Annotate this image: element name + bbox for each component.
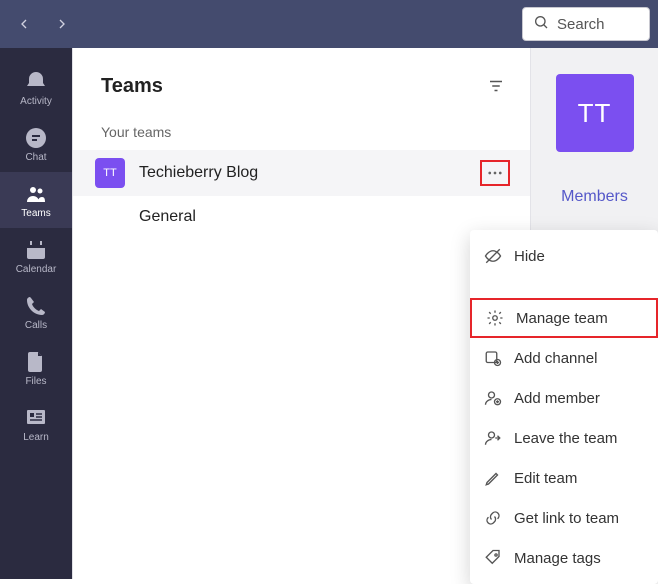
- your-teams-label: Your teams: [73, 118, 530, 150]
- add-channel-icon: [484, 349, 502, 367]
- search-icon: [533, 14, 549, 35]
- menu-label: Edit team: [514, 470, 577, 487]
- menu-edit-team[interactable]: Edit team: [470, 458, 658, 498]
- menu-manage-team[interactable]: Manage team: [470, 298, 658, 338]
- team-more-button[interactable]: [480, 160, 510, 186]
- rail-label: Files: [25, 376, 46, 387]
- rail-label: Calls: [25, 320, 47, 331]
- pencil-icon: [484, 469, 502, 487]
- menu-label: Get link to team: [514, 510, 619, 527]
- hide-icon: [484, 247, 502, 265]
- menu-get-link[interactable]: Get link to team: [470, 498, 658, 538]
- forward-button[interactable]: [46, 8, 78, 40]
- menu-label: Hide: [514, 248, 545, 265]
- menu-leave-team[interactable]: Leave the team: [470, 418, 658, 458]
- team-name: Techieberry Blog: [139, 164, 258, 182]
- rail-calendar[interactable]: Calendar: [0, 228, 72, 284]
- menu-label: Leave the team: [514, 430, 617, 447]
- menu-add-member[interactable]: Add member: [470, 378, 658, 418]
- link-icon: [484, 509, 502, 527]
- menu-label: Manage team: [516, 310, 608, 327]
- tag-icon: [484, 549, 502, 567]
- team-avatar: TT: [95, 158, 125, 188]
- rail-label: Learn: [23, 432, 49, 443]
- menu-hide[interactable]: Hide: [470, 236, 658, 276]
- team-context-menu: Hide Manage team Add channel Add member …: [470, 230, 658, 584]
- filter-button[interactable]: [482, 72, 510, 100]
- leave-icon: [484, 429, 502, 447]
- search-input[interactable]: [557, 16, 639, 33]
- page-title: Teams: [101, 75, 163, 98]
- gear-icon: [486, 309, 504, 327]
- rail-calls[interactable]: Calls: [0, 284, 72, 340]
- team-detail-avatar: TT: [556, 74, 634, 152]
- teams-panel: Teams Your teams TT Techieberry Blog Gen…: [72, 48, 530, 579]
- team-row[interactable]: TT Techieberry Blog: [73, 150, 530, 196]
- app-rail: Activity Chat Teams Calendar Calls Files…: [0, 48, 72, 579]
- menu-add-channel[interactable]: Add channel: [470, 338, 658, 378]
- add-member-icon: [484, 389, 502, 407]
- rail-teams[interactable]: Teams: [0, 172, 72, 228]
- rail-label: Chat: [25, 152, 46, 163]
- channel-row[interactable]: General: [73, 196, 530, 238]
- titlebar: [0, 0, 658, 48]
- rail-activity[interactable]: Activity: [0, 60, 72, 116]
- rail-label: Activity: [20, 96, 52, 107]
- channel-name: General: [139, 208, 196, 226]
- menu-manage-tags[interactable]: Manage tags: [470, 538, 658, 578]
- members-tab[interactable]: Members: [561, 188, 628, 206]
- menu-label: Manage tags: [514, 550, 601, 567]
- rail-chat[interactable]: Chat: [0, 116, 72, 172]
- back-button[interactable]: [8, 8, 40, 40]
- menu-label: Add member: [514, 390, 600, 407]
- menu-label: Add channel: [514, 350, 597, 367]
- rail-learn[interactable]: Learn: [0, 396, 72, 452]
- rail-label: Teams: [21, 208, 50, 219]
- rail-label: Calendar: [16, 264, 57, 275]
- search-box[interactable]: [522, 7, 650, 41]
- rail-files[interactable]: Files: [0, 340, 72, 396]
